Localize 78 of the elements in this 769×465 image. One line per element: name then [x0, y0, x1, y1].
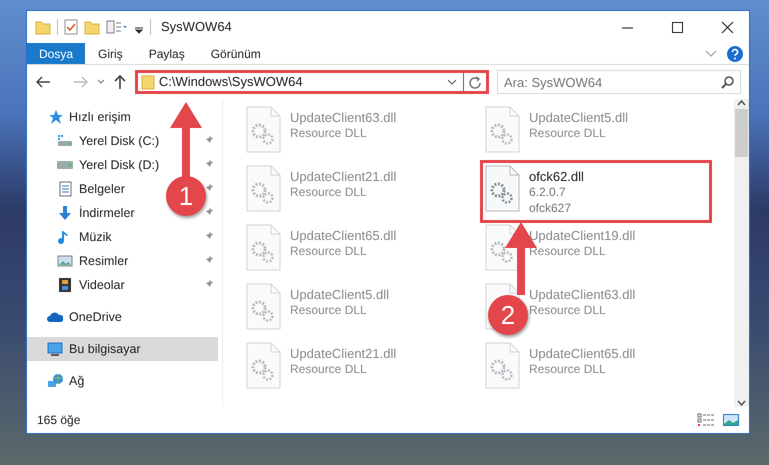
document-icon — [57, 181, 73, 197]
sidebar-item[interactable]: Müzik — [79, 230, 112, 244]
globe-icon — [47, 373, 63, 389]
sidebar-item[interactable]: Ağ — [69, 374, 84, 388]
file-name: UpdateClient5.dll — [290, 287, 390, 302]
file-detail: Resource DLL — [290, 361, 368, 377]
dll-file-icon — [246, 283, 282, 330]
file-name: UpdateClient21.dll — [290, 169, 396, 184]
file-name: UpdateClient63.dll — [529, 287, 636, 302]
dll-file-icon — [485, 165, 521, 212]
sidebar-item[interactable]: İndirmeler — [79, 206, 135, 220]
search-icon — [720, 76, 734, 89]
close-icon[interactable] — [720, 20, 734, 34]
ribbon-tab[interactable]: Giriş — [85, 43, 136, 64]
dll-file-icon — [485, 342, 521, 389]
scroll-down-icon[interactable] — [737, 399, 746, 407]
refresh-icon[interactable] — [468, 76, 481, 88]
large-icons-view-icon[interactable] — [723, 414, 739, 426]
back-arrow-icon[interactable] — [35, 75, 51, 89]
properties-icon[interactable] — [106, 19, 128, 35]
scrollbar[interactable] — [734, 99, 749, 407]
file-detail: Resource DLL — [290, 184, 368, 200]
dll-file-icon — [246, 106, 282, 153]
dll-file-icon — [246, 342, 282, 389]
ribbon-tab[interactable]: Paylaş — [136, 43, 198, 64]
sidebar-item[interactable]: Belgeler — [79, 182, 125, 196]
sidebar-item[interactable]: Hızlı erişim — [69, 110, 131, 124]
file-name: UpdateClient21.dll — [290, 346, 396, 361]
help-icon[interactable] — [727, 46, 743, 62]
file-name: UpdateClient63.dll — [290, 110, 396, 125]
file-name: UpdateClient19.dll — [529, 228, 636, 243]
monitor-icon — [47, 341, 63, 357]
file-detail: ofck627 — [529, 200, 572, 216]
file-name: ofck62.dll — [529, 169, 584, 184]
maximize-icon[interactable] — [670, 20, 684, 34]
file-detail: 6.2.0.7 — [529, 184, 567, 200]
file-detail: Resource DLL — [529, 361, 607, 377]
scroll-thumb[interactable] — [735, 109, 748, 157]
scroll-up-icon[interactable] — [737, 99, 746, 107]
picture-icon — [57, 253, 73, 269]
file-name: UpdateClient65.dll — [529, 346, 636, 361]
dll-file-icon — [246, 224, 282, 271]
checklist-icon[interactable] — [64, 19, 78, 35]
file-detail: Resource DLL — [529, 125, 607, 141]
item-count: 165 öğe — [37, 412, 82, 429]
sidebar-item[interactable]: Videolar — [79, 278, 125, 292]
up-arrow-icon[interactable] — [112, 74, 127, 90]
ribbon-tab[interactable]: Dosya — [27, 43, 86, 64]
file-detail: Resource DLL — [529, 302, 607, 318]
sidebar-item[interactable]: Yerel Disk (D:) — [79, 158, 160, 172]
chevron-down-icon[interactable] — [446, 78, 457, 86]
details-view-icon[interactable] — [697, 413, 715, 427]
folder-icon[interactable] — [84, 19, 100, 35]
folder-icon — [140, 74, 155, 90]
folder-icon[interactable] — [35, 19, 51, 35]
download-arrow-icon — [57, 205, 73, 221]
ribbon-tab[interactable]: Görünüm — [198, 43, 274, 64]
file-detail: Resource DLL — [529, 243, 607, 259]
sidebar-item[interactable]: Yerel Disk (C:) — [79, 134, 160, 148]
chevron-down-icon[interactable] — [96, 79, 105, 85]
file-detail: Resource DLL — [290, 243, 368, 259]
window-title: SysWOW64 — [160, 18, 233, 36]
dll-file-icon — [246, 165, 282, 212]
file-name: UpdateClient65.dll — [290, 228, 396, 243]
address-bar[interactable]: C:\Windows\SysWOW64 — [134, 70, 489, 94]
address-path: C:\Windows\SysWOW64 — [158, 73, 304, 92]
star-icon — [47, 109, 63, 125]
dll-file-icon — [485, 106, 521, 153]
sidebar-item[interactable]: Resimler — [79, 254, 128, 268]
sidebar-item[interactable]: Bu bilgisayar — [27, 337, 218, 361]
file-name: UpdateClient5.dll — [529, 110, 628, 125]
drive-icon — [57, 133, 73, 149]
file-item[interactable]: ofck62.dll 6.2.0.7 ofck627 — [482, 162, 710, 221]
sidebar-item[interactable]: OneDrive — [69, 310, 122, 324]
file-detail: Resource DLL — [290, 302, 368, 318]
film-icon — [57, 277, 73, 293]
search-field[interactable]: Ara: SysWOW64 — [496, 70, 741, 94]
file-detail: Resource DLL — [290, 125, 368, 141]
